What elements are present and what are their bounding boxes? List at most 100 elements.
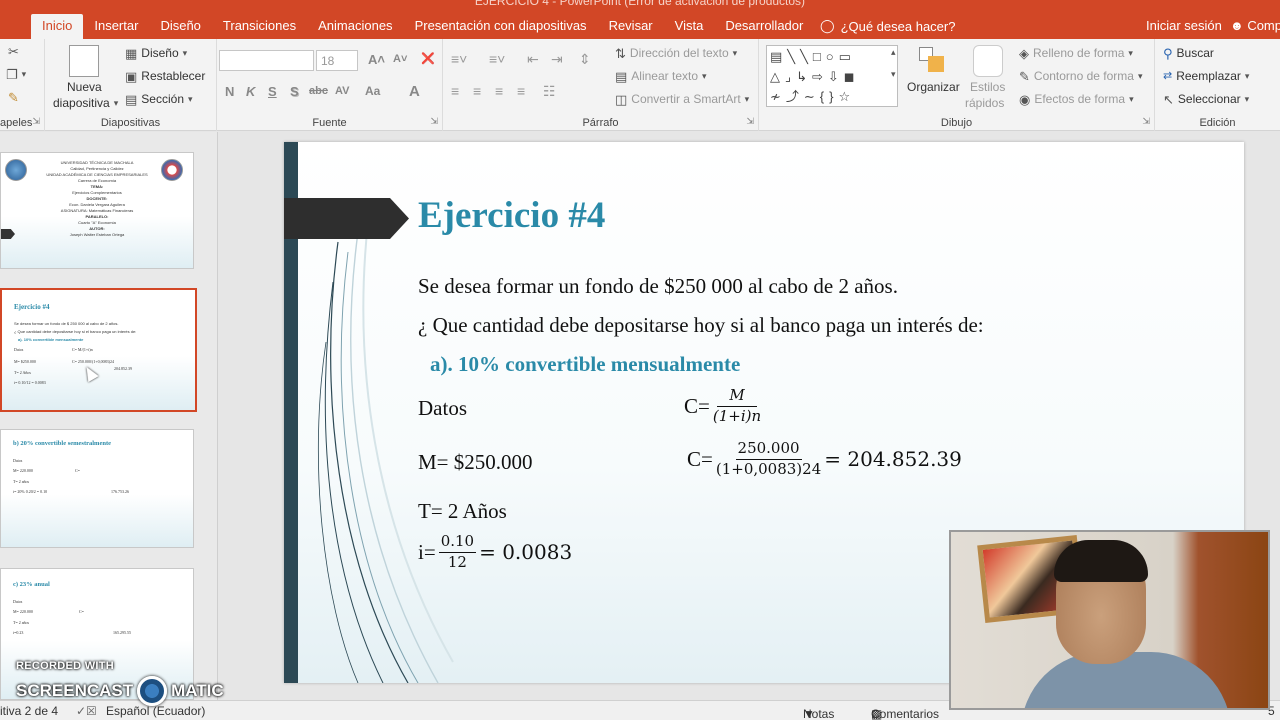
c-formula-general[interactable]: C= M (1+i)n <box>684 387 764 425</box>
watermark-left-text: SCREENCAST <box>16 681 134 700</box>
i-formula[interactable]: i= 0.10 12 = 0.0083 <box>418 533 572 571</box>
layout-button[interactable]: ▦ Diseño ▾ <box>125 46 187 60</box>
bullets-icon[interactable]: ≡˅ <box>451 51 467 67</box>
replace-label: Reemplazar <box>1176 69 1241 83</box>
italic-button[interactable]: K <box>246 84 255 99</box>
problem-line-1[interactable]: Se desea formar un fondo de $250 000 al … <box>418 274 898 299</box>
smartart-button[interactable]: ◫ Convertir a SmartArt ▾ <box>615 92 749 106</box>
quick-styles-label-1[interactable]: Estilos <box>970 80 1005 94</box>
align-center-icon[interactable]: ≡ <box>473 83 481 99</box>
slide-thumbnail-3[interactable]: b) 20% convertible semestralmente Datos … <box>0 429 194 548</box>
increase-indent-icon[interactable]: ⇥ <box>551 51 563 68</box>
dialog-launcher-icon[interactable]: ⇲ <box>430 116 438 127</box>
dialog-launcher-icon[interactable]: ⇲ <box>746 116 754 127</box>
person-icon: ☻ <box>1230 18 1244 33</box>
format-painter-icon[interactable]: ✎ <box>8 91 19 104</box>
new-slide-icon[interactable] <box>69 45 99 77</box>
shadow-button[interactable]: S <box>290 84 299 99</box>
watermark-logo: SCREENCAST MATIC <box>16 676 224 706</box>
shape-effects-button[interactable]: ◉ Efectos de forma ▾ <box>1019 92 1134 106</box>
columns-icon[interactable]: ☷ <box>543 83 556 100</box>
tab-transiciones[interactable]: Transiciones <box>212 14 307 39</box>
shapes-gallery[interactable]: ▤╲╲□○▭ △⌟↳⇨⇩◼ ≁⤴∼{}☆ <box>766 45 898 107</box>
select-button[interactable]: ↖ Seleccionar ▾ <box>1163 92 1249 106</box>
webcam-overlay <box>949 530 1270 710</box>
tab-diseno[interactable]: Diseño <box>149 14 211 39</box>
thumbnail-1-text: UNIVERSIDAD TÉCNICA DE MACHALA Calidad, P… <box>29 160 165 238</box>
share-button[interactable]: ☻ Comp <box>1230 18 1280 33</box>
align-right-icon[interactable]: ≡ <box>495 83 503 99</box>
line-spacing-icon[interactable]: ⇕ <box>579 51 591 68</box>
replace-button[interactable]: ⇄ Reemplazar ▾ <box>1163 69 1249 83</box>
layout-label: Diseño <box>141 46 179 60</box>
copy-icon[interactable]: ❐ ▾ <box>6 68 26 81</box>
tab-presentacion[interactable]: Presentación con diapositivas <box>404 14 598 39</box>
shape-fill-button[interactable]: ◈ Relleno de forma ▾ <box>1019 46 1133 60</box>
underline-button[interactable]: S <box>268 84 277 99</box>
new-slide-button[interactable]: diapositiva ▾ <box>53 96 118 110</box>
dialog-launcher-icon[interactable]: ⇲ <box>1142 116 1150 127</box>
c-formula-numeric[interactable]: C= 250.000 (1+0,0083)24 = 204.852.39 <box>687 440 962 478</box>
align-left-icon[interactable]: ≡ <box>451 83 459 99</box>
shape-outline-button[interactable]: ✎ Contorno de forma ▾ <box>1019 69 1143 83</box>
numbering-icon[interactable]: ≡˅ <box>489 51 505 67</box>
thumbnail-2-i: i= 0.10/12 = 0.0083 <box>14 380 46 385</box>
justify-icon[interactable]: ≡ <box>517 83 525 99</box>
tab-animaciones[interactable]: Animaciones <box>307 14 403 39</box>
university-logo-icon <box>5 159 27 181</box>
thumbnail-2-title: Ejercicio #4 <box>14 303 50 311</box>
slide-title[interactable]: Ejercicio #4 <box>418 194 605 237</box>
tell-me-box[interactable]: ◯ ¿Qué desea hacer? <box>820 18 955 34</box>
datos-label[interactable]: Datos <box>418 396 467 421</box>
thumbnail-3-m: M= 220.000 <box>13 468 33 473</box>
text-direction-button[interactable]: ⇅ Dirección del texto ▾ <box>615 46 737 60</box>
shapes-scroll-up-icon[interactable]: ▴ <box>891 47 896 58</box>
find-button[interactable]: ⚲ Buscar <box>1163 46 1214 60</box>
thumbnail-2-line1: Se desea formar un fondo de $ 250 000 al… <box>14 321 119 326</box>
problem-line-2[interactable]: ¿ Que cantidad debe depositarse hoy si a… <box>418 313 984 338</box>
align-text-icon: ▤ <box>615 68 628 84</box>
font-color-button[interactable]: A <box>409 83 420 100</box>
tab-desarrollador[interactable]: Desarrollador <box>714 14 814 39</box>
thumbnail-2-m: M= $250.000 <box>14 359 36 364</box>
reset-button[interactable]: ▣ Restablecer <box>125 69 205 83</box>
grow-font-icon[interactable]: A˄ <box>368 52 385 67</box>
new-slide-label-1[interactable]: Nueva <box>67 80 102 94</box>
clear-format-icon[interactable]: ❌ <box>421 52 435 65</box>
bold-button[interactable]: N <box>225 84 234 99</box>
shapes-scroll-down-icon[interactable]: ▾ <box>891 69 896 80</box>
chevron-down-icon: ▾ <box>744 93 750 104</box>
change-case-button[interactable]: Aa <box>365 84 380 98</box>
arrange-icon[interactable] <box>919 47 947 77</box>
language-indicator[interactable]: Español (Ecuador) <box>106 704 205 718</box>
strikethrough-button[interactable]: abc <box>309 85 328 97</box>
group-label-parrafo: Párrafo <box>582 117 619 129</box>
char-spacing-button[interactable]: AV <box>335 85 349 97</box>
tab-vista[interactable]: Vista <box>664 14 715 39</box>
tab-insertar[interactable]: Insertar <box>83 14 149 39</box>
slide-thumbnail-2[interactable]: Ejercicio #4 Se desea formar un fondo de… <box>0 288 197 412</box>
webcam-person-hair <box>1054 540 1148 582</box>
font-size-combo[interactable]: 18 <box>316 50 358 71</box>
quick-styles-icon[interactable] <box>973 45 1003 77</box>
decrease-indent-icon[interactable]: ⇤ <box>527 51 539 68</box>
arrange-label[interactable]: Organizar <box>907 80 960 94</box>
align-text-button[interactable]: ▤ Alinear texto ▾ <box>615 69 707 83</box>
tab-inicio[interactable]: Inicio <box>31 14 84 39</box>
shrink-font-icon[interactable]: A˅ <box>393 53 407 65</box>
t-value[interactable]: T= 2 Años <box>418 499 507 524</box>
m-value[interactable]: M= $250.000 <box>418 450 533 475</box>
section-button[interactable]: ▤ Sección ▾ <box>125 92 193 106</box>
sign-in-link[interactable]: Iniciar sesión <box>1146 18 1222 33</box>
thumbnail-4-title: c) 23% anual <box>13 581 50 588</box>
thumbnail-1-line: Joseph Walter Esteban Ortega <box>69 232 125 237</box>
cut-icon[interactable]: ✂ <box>8 45 19 58</box>
tab-revisar[interactable]: Revisar <box>598 14 664 39</box>
problem-line-3[interactable]: a). 10% convertible mensualmente <box>430 352 740 377</box>
spellcheck-icon[interactable]: ✓​☒ <box>76 704 97 718</box>
dialog-launcher-icon[interactable]: ⇲ <box>32 116 40 127</box>
replace-icon: ⇄ <box>1163 69 1173 82</box>
slide-thumbnail-1[interactable]: UNIVERSIDAD TÉCNICA DE MACHALA Calidad, P… <box>0 152 194 269</box>
font-name-combo[interactable] <box>219 50 314 71</box>
quick-styles-label-2[interactable]: rápidos <box>965 96 1004 110</box>
